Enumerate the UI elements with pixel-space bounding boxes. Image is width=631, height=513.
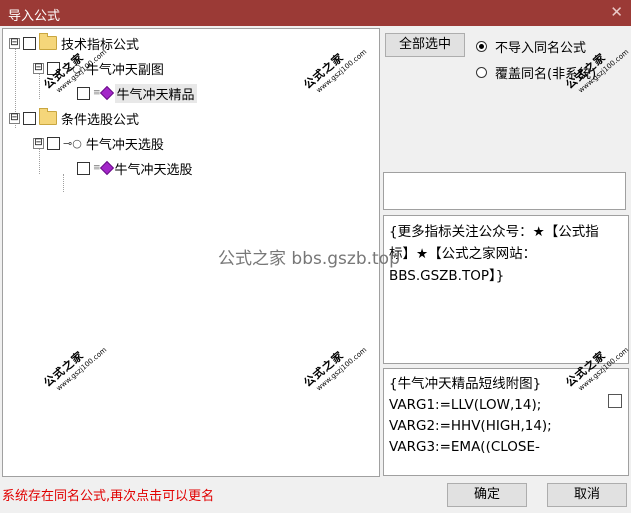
- tree-item-subchart[interactable]: ⊟ ⊸○ 牛气冲天副图: [33, 57, 164, 79]
- option-label: 不导入同名公式: [495, 41, 587, 56]
- tree-item-indicator-formulas[interactable]: ⊟ 技术指标公式: [9, 32, 139, 54]
- cancel-button[interactable]: 取消: [547, 483, 627, 507]
- notes-box[interactable]: {更多指标关注公众号：★【公式指标】★【公式之家网站：BBS.GSZB.TOP】…: [383, 215, 629, 364]
- tree-item-label: 技术指标公式: [61, 37, 140, 53]
- tree-checkbox[interactable]: [23, 111, 36, 125]
- collapse-icon[interactable]: ⊟: [9, 37, 20, 49]
- tree-checkbox[interactable]: [77, 86, 90, 100]
- folder-icon: [39, 33, 57, 50]
- formula-icon: ≡: [93, 85, 114, 101]
- collapse-icon[interactable]: ⊟: [33, 62, 44, 74]
- tree-item-label: 牛气冲天精品: [114, 83, 197, 103]
- tree-item-label: 牛气冲天选股: [85, 137, 164, 153]
- tree-item-label: 牛气冲天选股: [114, 162, 193, 178]
- folder-icon: [39, 108, 57, 125]
- formula-tree: ⊟ 技术指标公式 ⊟ ⊸○ 牛气冲天副图 ≡ 牛气冲天精品 ⊟ 条件选股公式 ⊟…: [2, 28, 380, 477]
- formula-icon: ≡: [93, 160, 114, 176]
- tree-item-condition-formulas[interactable]: ⊟ 条件选股公式: [9, 107, 139, 129]
- formula-code-text: {牛气冲天精品短线附图} VARG1:=LLV(LOW,14); VARG2:=…: [389, 376, 552, 455]
- tree-item-label: 条件选股公式: [61, 112, 140, 128]
- tree-checkbox[interactable]: [23, 36, 36, 50]
- tree-item-stock-select[interactable]: ⊟ ⊸○ 牛气冲天选股: [33, 132, 164, 154]
- confirm-button[interactable]: 确定: [447, 483, 527, 507]
- formula-code-box[interactable]: {牛气冲天精品短线附图} VARG1:=LLV(LOW,14); VARG2:=…: [383, 368, 629, 476]
- status-message: 系统存在同名公式,再次点击可以更名: [2, 489, 215, 504]
- key-icon: ⊸○: [63, 136, 82, 150]
- key-icon: ⊸○: [63, 61, 82, 75]
- tree-item-label: 牛气冲天副图: [85, 62, 164, 78]
- empty-field[interactable]: [383, 172, 626, 210]
- radio-button[interactable]: [476, 41, 487, 52]
- option-label: 覆盖同名(非系统): [495, 67, 597, 82]
- radio-button[interactable]: [476, 67, 487, 78]
- tree-checkbox[interactable]: [77, 161, 90, 175]
- title-bar: 导入公式 ✕: [0, 0, 631, 26]
- select-all-button[interactable]: 全部选中: [385, 33, 465, 57]
- option-no-import[interactable]: 不导入同名公式: [476, 37, 586, 56]
- collapse-icon[interactable]: ⊟: [9, 112, 20, 124]
- collapse-icon[interactable]: ⊟: [33, 137, 44, 149]
- close-icon[interactable]: ✕: [610, 3, 623, 21]
- tree-checkbox[interactable]: [47, 61, 60, 75]
- tree-item-stock-select-formula[interactable]: ≡ 牛气冲天选股: [77, 157, 193, 179]
- tree-checkbox[interactable]: [47, 136, 60, 150]
- checkbox-icon[interactable]: [608, 394, 622, 408]
- tree-connector: [63, 174, 64, 192]
- window-title: 导入公式: [8, 9, 61, 24]
- option-overwrite[interactable]: 覆盖同名(非系统): [476, 63, 596, 82]
- tree-item-premium[interactable]: ≡ 牛气冲天精品: [77, 82, 197, 104]
- notes-text: {更多指标关注公众号：★【公式指标】★【公式之家网站：BBS.GSZB.TOP】…: [389, 224, 599, 284]
